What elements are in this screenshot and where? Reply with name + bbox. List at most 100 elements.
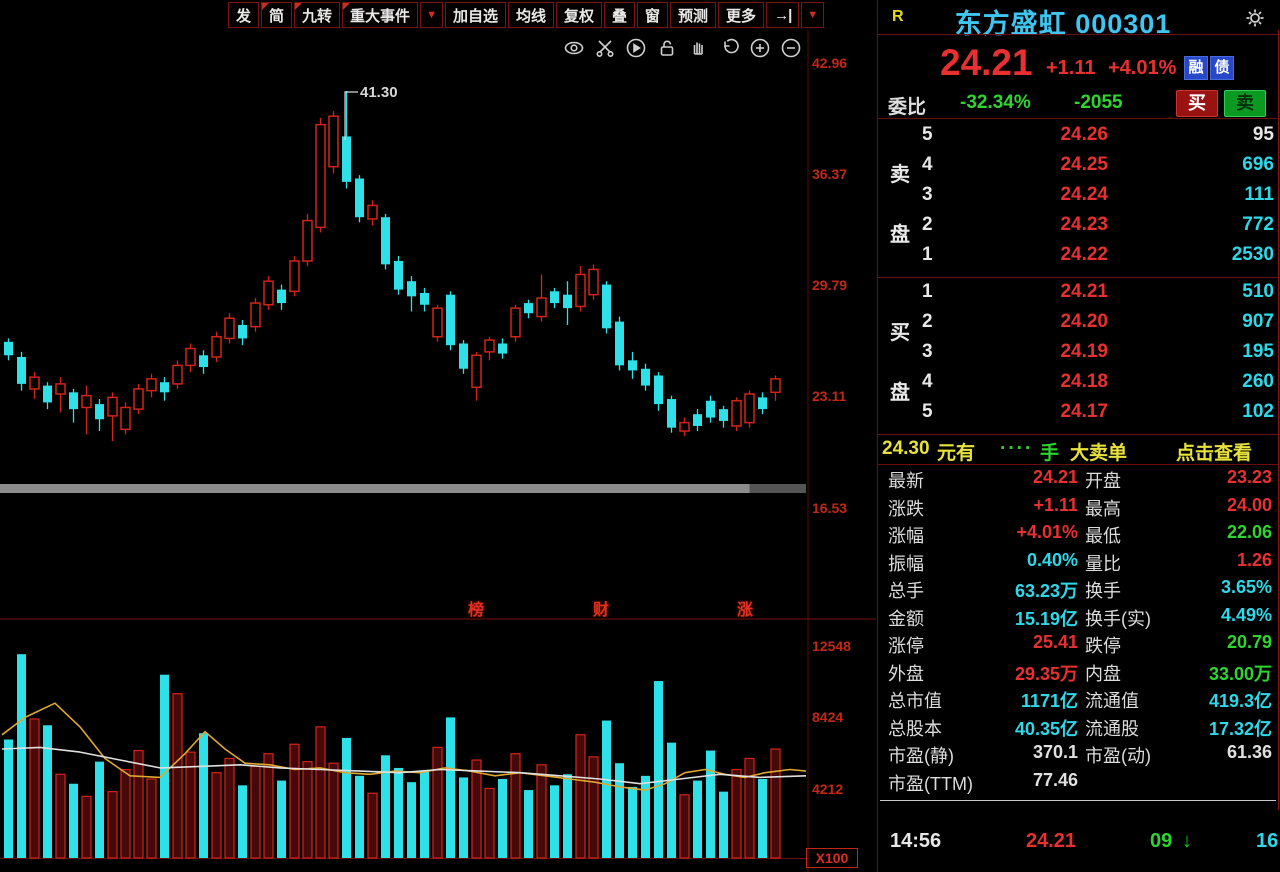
sell-row[interactable]: 1 24.22 2530 [878, 244, 1278, 272]
volume-bar [770, 748, 781, 859]
volume-bar [160, 674, 169, 858]
volume-bar [29, 718, 40, 859]
candle [55, 383, 66, 395]
volume-bar [4, 739, 13, 858]
candle [420, 292, 429, 305]
candle [407, 281, 416, 297]
level-number: 2 [922, 214, 933, 235]
buy-button[interactable]: 买 [1176, 90, 1218, 117]
volume-bar [224, 757, 235, 859]
price-tick-label: 36.37 [812, 166, 848, 182]
sell-row[interactable]: 2 24.23 772 [878, 214, 1278, 242]
sell-row[interactable]: 4 24.25 696 [878, 154, 1278, 182]
candle [615, 321, 624, 366]
buy-row[interactable]: 2 24.20 907 [878, 311, 1278, 339]
candle [328, 115, 339, 168]
volume-tick-label: 12548 [812, 638, 851, 654]
volume-bar [667, 742, 676, 858]
sell-row[interactable]: 3 24.24 111 [878, 184, 1278, 212]
stat-value: 3.65% [1220, 577, 1272, 597]
divider [880, 800, 1276, 801]
volume-bar [588, 756, 599, 859]
candle [719, 409, 728, 421]
candle [29, 376, 40, 390]
panel-left-border [877, 0, 878, 872]
buy-row[interactable]: 3 24.19 195 [878, 341, 1278, 369]
stat-label: 涨幅 [888, 526, 924, 546]
weibi-pct: -32.34% [960, 92, 1031, 113]
chart-scrollbar[interactable] [0, 484, 806, 493]
stat-value: 22.06 [1226, 522, 1272, 542]
stat-label: 总手 [888, 581, 924, 601]
eye-icon[interactable] [563, 37, 587, 61]
level-volume: 195 [1242, 341, 1274, 362]
volume-bar [146, 778, 157, 859]
candle [120, 406, 131, 431]
stat-value: 15.19亿 [1014, 608, 1078, 629]
volume-bar [654, 681, 663, 858]
sell-row[interactable]: 5 24.26 95 [878, 124, 1278, 152]
zoom-out-icon[interactable] [780, 37, 804, 61]
candle [484, 339, 495, 353]
lock-icon[interactable] [656, 37, 680, 61]
down-arrow-icon: ↓ [1182, 830, 1192, 852]
volume-bar [55, 773, 66, 859]
stat-value: 61.36 [1226, 742, 1272, 762]
candle [43, 385, 52, 403]
kline-chart[interactable]: 41.30 42.96 36.37 29.79 23.11 16.53 12548 8424… [0, 0, 878, 872]
candle [263, 280, 274, 306]
level-number: 5 [922, 124, 933, 145]
gear-icon[interactable] [1244, 7, 1268, 31]
buy-row[interactable]: 1 24.21 510 [878, 281, 1278, 309]
candle [224, 317, 235, 340]
footer-last-volume: 16 [1256, 830, 1279, 852]
stat-label: 外盘 [888, 663, 924, 684]
ticker-suffix: 元有 [937, 443, 976, 464]
volume-bar [172, 693, 183, 859]
kline-canvas: 41.30 [0, 30, 876, 872]
price-tick-label: 16.53 [812, 500, 848, 516]
volume-tick-label: 4212 [812, 781, 844, 797]
event-marker[interactable]: 财 [593, 596, 609, 620]
stat-value: +4.01% [1016, 522, 1078, 542]
weibi-diff: -2055 [1074, 92, 1123, 113]
level-volume: 696 [1242, 154, 1274, 175]
event-marker[interactable]: 涨 [737, 596, 753, 620]
play-icon[interactable] [625, 37, 649, 61]
volume-bar [238, 785, 247, 858]
buy-row[interactable]: 5 24.17 102 [878, 401, 1278, 429]
candle [588, 268, 599, 296]
volume-bar [342, 737, 351, 858]
candle [146, 378, 157, 392]
event-marker[interactable]: 榜 [468, 596, 484, 620]
volume-bar [355, 775, 364, 858]
level-number: 1 [922, 244, 933, 265]
volume-bar [719, 791, 728, 858]
zoom-in-icon[interactable] [749, 37, 773, 61]
candle [758, 397, 767, 410]
stat-label: 最新 [888, 471, 924, 491]
buy-row[interactable]: 4 24.18 260 [878, 371, 1278, 399]
volume-bar [484, 787, 495, 859]
volume-bar [432, 746, 443, 859]
volume-bar [706, 750, 715, 858]
undo-icon[interactable] [718, 37, 742, 61]
candle [536, 297, 547, 318]
level-price: 24.19 [1060, 341, 1108, 362]
candle [95, 404, 104, 420]
stat-label: 市盈(TTM) [888, 773, 973, 794]
level-price: 24.23 [1060, 214, 1108, 235]
level-volume: 772 [1242, 214, 1274, 235]
level-number: 4 [922, 154, 933, 175]
divider [878, 277, 1278, 278]
stat-value: 40.35亿 [1014, 718, 1078, 739]
candle [394, 260, 403, 290]
hand-icon[interactable] [687, 37, 711, 61]
stat-label: 金额 [888, 608, 924, 629]
scissors-icon[interactable] [594, 37, 618, 61]
stat-label: 换手(实) [1085, 608, 1151, 629]
ticker-view-link[interactable]: 点击查看 [1176, 438, 1252, 465]
level-volume: 102 [1242, 401, 1274, 422]
candle [498, 343, 507, 354]
sell-button[interactable]: 卖 [1224, 90, 1266, 117]
